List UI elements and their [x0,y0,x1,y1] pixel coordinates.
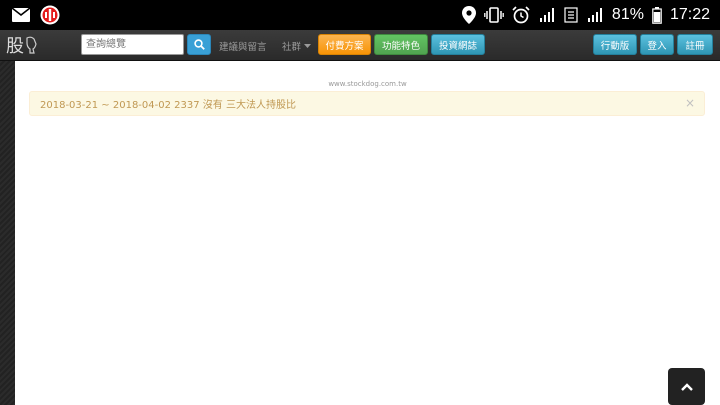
left-edge-strip [0,61,15,405]
signal-icon-sim1 [539,8,554,22]
site-logo[interactable]: 股 [0,30,44,60]
mail-icon [12,8,30,22]
logo-text: 股 [6,36,24,57]
search-input[interactable] [81,34,184,55]
alert-message: 2018-03-21 ~ 2018-04-02 2337 沒有 三大法人持股比 [40,100,296,111]
dog-logo-icon [26,36,37,54]
invest-blog-button[interactable]: 投資網誌 [431,34,485,55]
features-button[interactable]: 功能特色 [374,34,428,55]
community-dropdown[interactable]: 社群 [282,39,312,53]
close-icon[interactable]: × [685,96,695,110]
login-button[interactable]: 登入 [640,34,674,55]
battery-percentage: 81% [611,6,644,23]
location-icon [461,6,476,24]
register-button[interactable]: 註冊 [677,34,713,55]
site-url-text: www.stockdog.com.tw [328,80,407,88]
battery-icon [652,6,662,24]
community-label: 社群 [282,42,302,53]
main-content: www.stockdog.com.tw 2018-03-21 ~ 2018-04… [15,61,720,405]
search-icon [193,39,205,50]
vibrate-icon [484,7,504,23]
search-button[interactable] [187,34,211,55]
app-notification-icon [40,5,60,25]
android-status-bar: 81% 17:22 [0,0,720,30]
caret-down-icon [304,43,312,48]
site-navbar: 股 建議與留言 社群 付費方案 功能特色 投資網誌 行動版 登入 註冊 [0,30,720,61]
back-to-top-button[interactable] [668,368,705,405]
chevron-up-icon [680,382,693,391]
feedback-link[interactable]: 建議與留言 [219,39,267,53]
signal-icon-sim2 [587,8,602,22]
warning-alert: 2018-03-21 ~ 2018-04-02 2337 沒有 三大法人持股比 … [29,91,705,116]
clock: 17:22 [669,6,710,23]
paid-plan-button[interactable]: 付費方案 [318,34,371,55]
mobile-version-button[interactable]: 行動版 [593,34,637,55]
alarm-icon [512,6,530,24]
network-4g-icon [564,7,578,23]
